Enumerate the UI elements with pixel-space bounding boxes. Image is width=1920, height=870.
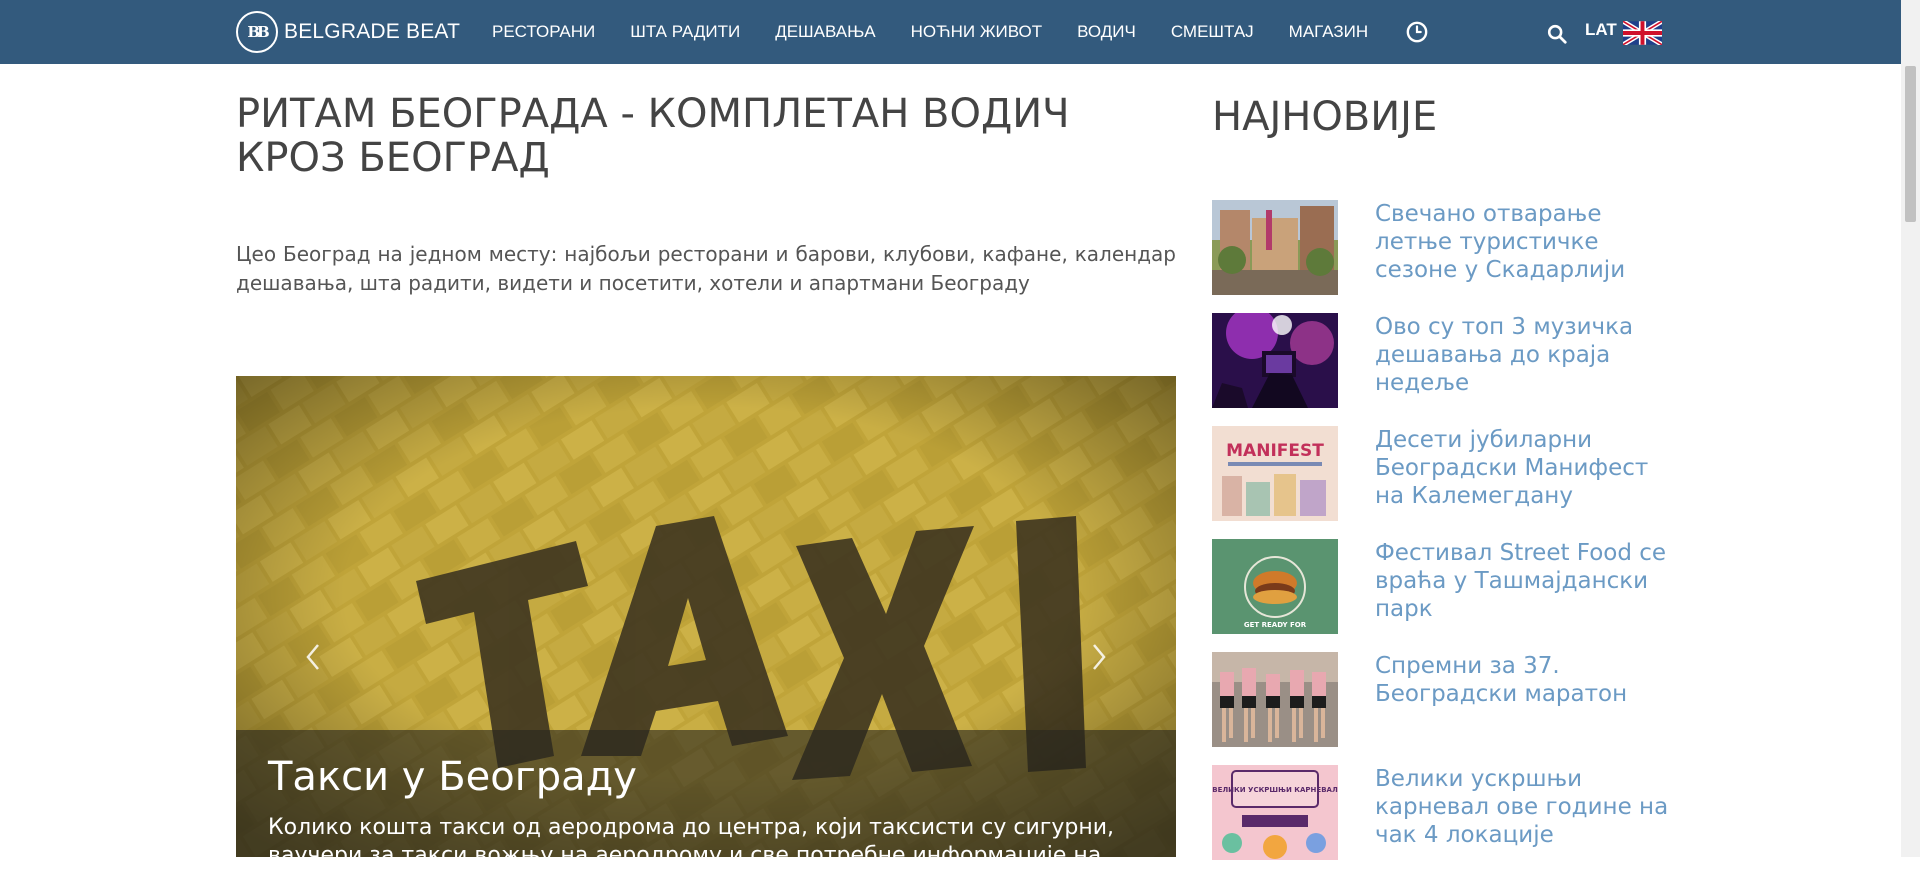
nav-item-what-to-do[interactable]: ШТА РАДИТИ	[630, 22, 740, 42]
intro-text: Цео Београд на једном месту: најбољи рес…	[236, 242, 1176, 295]
search-icon[interactable]	[1546, 23, 1568, 45]
news-thumb-street-food: GET READY FOR	[1212, 539, 1338, 634]
news-item[interactable]: ВЕЛИКИ УСКРШЊИ КАРНЕВАЛ Велики ускршњи к…	[1212, 765, 1668, 861]
slide-caption-text: Колико кошта такси од аеродрома до центр…	[268, 815, 1114, 868]
news-item-title[interactable]: Десети јубиларни Београдски Манифест на …	[1375, 426, 1675, 510]
nav-item-accommodation[interactable]: СМЕШТАЈ	[1171, 22, 1254, 42]
svg-text:MANIFEST: MANIFEST	[1226, 441, 1324, 461]
top-navbar: BB BELGRADE BEAT РЕСТОРАНИ ШТА РАДИТИ ДЕ…	[0, 0, 1901, 64]
news-item[interactable]: Спремни за 37. Београдски маратон	[1212, 652, 1662, 748]
svg-text:ВЕЛИКИ УСКРШЊИ КАРНЕВАЛ: ВЕЛИКИ УСКРШЊИ КАРНЕВАЛ	[1212, 786, 1338, 794]
news-thumb-concert	[1212, 313, 1338, 408]
page-scrollbar[interactable]	[1901, 0, 1920, 857]
news-item[interactable]: Ово су топ 3 музичка дешавања до краја н…	[1212, 313, 1662, 409]
news-thumb-street	[1212, 200, 1338, 295]
news-thumb-marathon	[1212, 652, 1338, 747]
nav-item-restaurants[interactable]: РЕСТОРАНИ	[492, 22, 595, 42]
news-item-title[interactable]: Свечано отварање летње туристичке сезоне…	[1375, 200, 1675, 284]
nav-item-nightlife[interactable]: НОЋНИ ЖИВОТ	[911, 22, 1043, 42]
language-switch[interactable]: LAT	[1585, 20, 1617, 40]
slide-caption-title[interactable]: Такси у Београду	[268, 754, 637, 800]
news-thumb-carnival: ВЕЛИКИ УСКРШЊИ КАРНЕВАЛ	[1212, 765, 1338, 860]
svg-text:GET READY FOR: GET READY FOR	[1244, 621, 1307, 629]
news-item-title[interactable]: Ово су топ 3 музичка дешавања до краја н…	[1375, 313, 1675, 397]
main-menu: РЕСТОРАНИ ШТА РАДИТИ ДЕШАВАЊА НОЋНИ ЖИВО…	[492, 0, 1403, 64]
clock-icon[interactable]	[1406, 21, 1428, 43]
news-item[interactable]: Свечано отварање летње туристичке сезоне…	[1212, 200, 1662, 296]
chevron-left-icon[interactable]	[298, 637, 328, 677]
chevron-right-icon[interactable]	[1084, 637, 1114, 677]
page-title: РИТАМ БЕОГРАДА - КОМПЛЕТАН ВОДИЧ КРОЗ БЕ…	[236, 91, 1070, 181]
news-item-title[interactable]: Велики ускршњи карневал ове године на ча…	[1375, 765, 1675, 849]
brand-logo-link[interactable]: BB BELGRADE BEAT	[236, 10, 460, 54]
scrollbar-thumb[interactable]	[1905, 66, 1916, 222]
sidebar-title-latest: НАЈНОВИЈЕ	[1212, 94, 1438, 140]
brand-name: BELGRADE BEAT	[284, 20, 461, 43]
news-item[interactable]: MANIFEST Десети јубиларни Београдски Ман…	[1212, 426, 1662, 522]
news-item[interactable]: GET READY FOR Фестивал Street Food се вр…	[1212, 539, 1666, 635]
news-thumb-manifest: MANIFEST	[1212, 426, 1338, 521]
news-item-title[interactable]: Спремни за 37. Београдски маратон	[1375, 652, 1675, 708]
nav-item-guide[interactable]: ВОДИЧ	[1077, 22, 1136, 42]
slide-caption[interactable]: Такси у Београду Колико кошта такси од а…	[236, 730, 1176, 868]
bb-logo-icon: BB	[236, 11, 278, 53]
nav-item-events[interactable]: ДЕШАВАЊА	[775, 22, 875, 42]
nav-item-magazine[interactable]: МАГАЗИН	[1289, 22, 1368, 42]
uk-flag-icon[interactable]	[1623, 21, 1662, 45]
news-item-title[interactable]: Фестивал Street Food се враћа у Ташмајда…	[1375, 539, 1675, 623]
